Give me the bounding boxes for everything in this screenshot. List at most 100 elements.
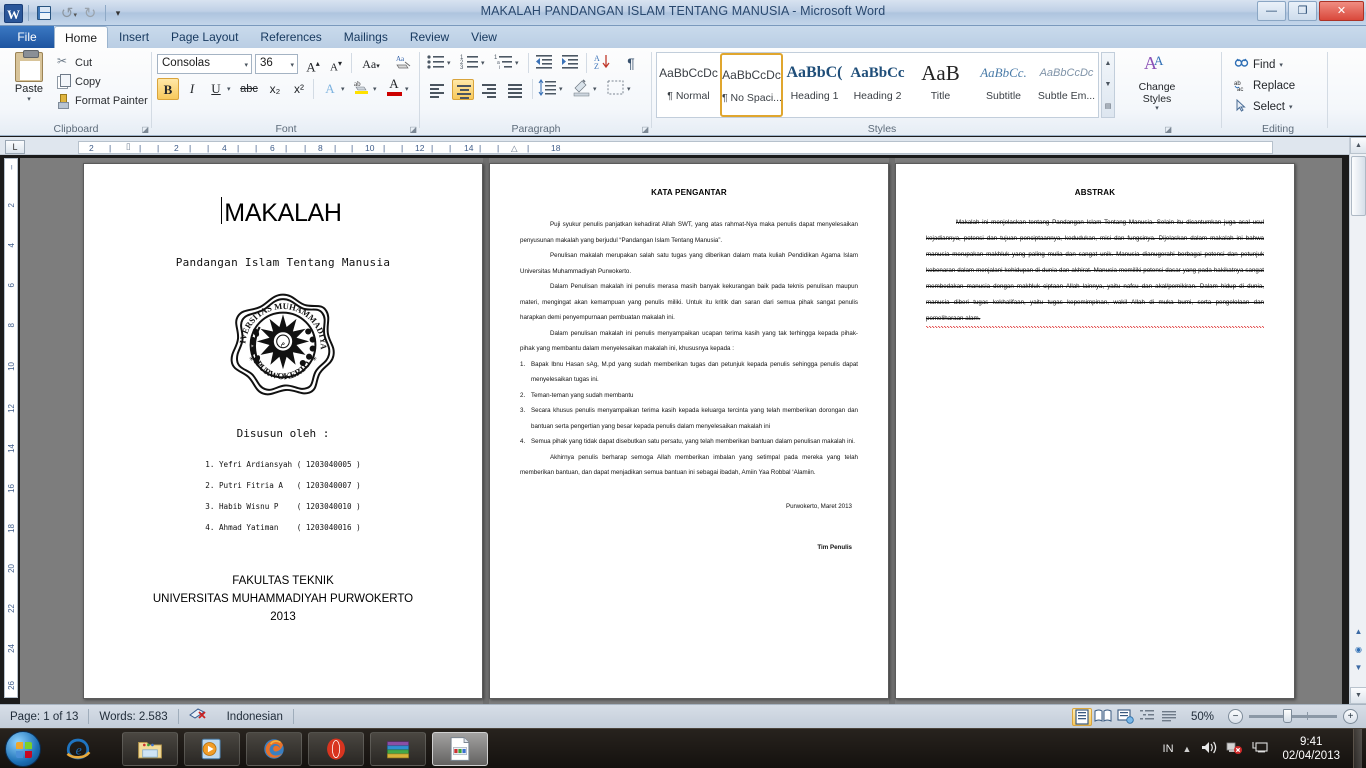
font-size-combobox[interactable]: 36 ▾ — [255, 54, 298, 74]
style-subtitle[interactable]: AaBbCc. Subtitle — [972, 53, 1035, 117]
tab-review[interactable]: Review — [399, 26, 460, 48]
tab-references[interactable]: References — [249, 26, 332, 48]
tray-language-indicator[interactable]: IN — [1163, 743, 1174, 755]
minimize-button[interactable]: — — [1257, 1, 1286, 21]
change-styles-caret-icon[interactable]: ▾ — [1130, 105, 1184, 113]
borders-caret-icon[interactable]: ▾ — [627, 85, 631, 93]
paste-caret-icon[interactable]: ▾ — [6, 95, 52, 103]
vertical-scrollbar[interactable]: ▲ ▲ ◉ ▼ ▼ — [1349, 137, 1366, 704]
taskbar-clock[interactable]: 9:41 02/04/2013 — [1278, 735, 1344, 763]
tab-home[interactable]: Home — [54, 26, 109, 48]
tray-action-center-button[interactable] — [1252, 740, 1269, 758]
taskbar-windows-explorer[interactable] — [122, 732, 178, 766]
style-heading-2[interactable]: AaBbCc Heading 2 — [846, 53, 909, 117]
word-count[interactable]: Words: 2.583 — [89, 707, 177, 727]
font-name-combobox[interactable]: Consolas ▾ — [157, 54, 252, 74]
justify-button[interactable] — [504, 79, 526, 100]
taskbar-opera[interactable] — [308, 732, 364, 766]
chevron-down-icon[interactable]: ▾ — [290, 61, 294, 69]
italic-button[interactable]: I — [181, 78, 203, 100]
scroll-up-button[interactable]: ▲ — [1350, 137, 1366, 154]
clear-formatting-button[interactable]: Aa — [392, 53, 414, 75]
zoom-track[interactable] — [1249, 709, 1337, 723]
font-color-caret-icon[interactable]: ▾ — [405, 85, 409, 93]
document-page-1[interactable]: MAKALAH Pandangan Islam Tentang Manusia — [83, 163, 483, 699]
tray-network-button[interactable] — [1226, 740, 1243, 758]
tab-stop-selector[interactable]: L — [5, 140, 25, 154]
borders-button[interactable] — [606, 79, 628, 100]
underline-caret-icon[interactable]: ▾ — [227, 85, 231, 93]
subscript-button[interactable]: x₂ — [264, 78, 286, 100]
taskbar-internet-explorer[interactable]: e — [50, 732, 106, 766]
tray-show-hidden-icon[interactable]: ▲ — [1183, 744, 1192, 754]
change-styles-button[interactable]: AA Change Styles ▾ — [1130, 52, 1184, 113]
text-effects-button[interactable]: A — [319, 78, 341, 100]
tab-view[interactable]: View — [460, 26, 508, 48]
close-button[interactable]: ✕ — [1319, 1, 1364, 21]
select-caret-icon[interactable]: ▾ — [1289, 103, 1293, 111]
find-caret-icon[interactable]: ▾ — [1279, 61, 1283, 69]
start-button[interactable] — [5, 731, 41, 767]
full-screen-reading-button[interactable] — [1094, 708, 1114, 726]
zoom-in-button[interactable]: + — [1343, 709, 1358, 724]
bullets-caret-icon[interactable]: ▾ — [447, 59, 451, 67]
style-heading-1[interactable]: AaBbC( Heading 1 — [783, 53, 846, 117]
zoom-slider[interactable]: − + — [1228, 709, 1358, 724]
highlight-caret-icon[interactable]: ▾ — [373, 85, 377, 93]
cut-button[interactable]: Cut — [56, 53, 148, 72]
multilevel-list-button[interactable]: 1ai — [494, 53, 516, 74]
select-browse-object-button[interactable]: ◉ — [1351, 643, 1366, 658]
strikethrough-button[interactable]: abc — [238, 78, 260, 100]
zoom-thumb[interactable] — [1283, 709, 1292, 723]
styles-gallery[interactable]: AaBbCcDc ¶ Normal AaBbCcDc ¶ No Spaci...… — [656, 52, 1099, 118]
underline-button[interactable]: U — [205, 78, 227, 100]
highlight-button[interactable]: ab — [351, 78, 373, 100]
taskbar-winrar[interactable] — [370, 732, 426, 766]
text-effects-caret-icon[interactable]: ▾ — [341, 85, 345, 93]
zoom-level[interactable]: 50% — [1181, 707, 1222, 727]
styles-dialog-launcher[interactable]: ◪ — [1164, 125, 1172, 134]
style-no-spacing[interactable]: AaBbCcDc ¶ No Spaci... — [720, 53, 783, 117]
shading-caret-icon[interactable]: ▾ — [593, 85, 597, 93]
numbering-caret-icon[interactable]: ▾ — [481, 59, 485, 67]
chevron-down-icon[interactable]: ▾ — [244, 61, 248, 69]
previous-page-button[interactable]: ▲ — [1351, 625, 1366, 640]
find-button[interactable]: Find ▾ — [1234, 54, 1295, 75]
taskbar-windows-media-player[interactable] — [184, 732, 240, 766]
document-canvas[interactable]: MAKALAH Pandangan Islam Tentang Manusia — [20, 158, 1342, 704]
document-page-3[interactable]: ABSTRAK Makalah ini menjelaskan tentang … — [895, 163, 1295, 699]
vertical-ruler[interactable]: – 2 4 6 8 10 12 14 16 18 20 22 24 26 — [4, 158, 18, 698]
line-spacing-button[interactable] — [538, 79, 560, 100]
outline-view-button[interactable] — [1138, 708, 1158, 726]
shrink-font-button[interactable]: A▾ — [325, 53, 347, 75]
web-layout-view-button[interactable] — [1116, 708, 1136, 726]
format-painter-button[interactable]: Format Painter — [56, 91, 148, 110]
document-page-2[interactable]: KATA PENGANTAR Puji syukur penulis panja… — [489, 163, 889, 699]
bullets-button[interactable] — [426, 53, 448, 74]
style-normal[interactable]: AaBbCcDc ¶ Normal — [657, 53, 720, 117]
bold-button[interactable]: B — [157, 78, 179, 100]
maximize-button[interactable]: ❐ — [1288, 1, 1317, 21]
tab-page-layout[interactable]: Page Layout — [160, 26, 249, 48]
align-center-button[interactable] — [452, 79, 474, 100]
change-case-button[interactable]: Aa▾ — [356, 53, 386, 75]
font-color-button[interactable]: A — [383, 76, 405, 98]
paste-button[interactable]: Paste ▾ — [6, 50, 52, 103]
scrollbar-thumb[interactable] — [1351, 156, 1366, 216]
font-dialog-launcher[interactable]: ◪ — [409, 125, 417, 134]
zoom-out-button[interactable]: − — [1228, 709, 1243, 724]
taskbar-microsoft-word[interactable] — [432, 732, 488, 766]
scroll-down-button[interactable]: ▼ — [1350, 687, 1366, 704]
print-layout-view-button[interactable] — [1071, 707, 1092, 726]
tab-file[interactable]: File — [0, 26, 54, 48]
style-title[interactable]: AaB Title — [909, 53, 972, 117]
taskbar-mozilla-firefox[interactable] — [246, 732, 302, 766]
sort-button[interactable]: AZ — [592, 53, 614, 74]
tab-insert[interactable]: Insert — [108, 26, 160, 48]
align-left-button[interactable] — [426, 79, 448, 100]
copy-button[interactable]: Copy — [56, 72, 148, 91]
horizontal-ruler-track[interactable]: 2 | | ▯ | 2 | | 4 | | 6 | | 8 | | 10 | | 12 | | … — [78, 141, 1273, 154]
clipboard-dialog-launcher[interactable]: ◪ — [141, 125, 149, 134]
line-spacing-caret-icon[interactable]: ▾ — [559, 85, 563, 93]
show-desktop-button[interactable] — [1353, 729, 1362, 768]
